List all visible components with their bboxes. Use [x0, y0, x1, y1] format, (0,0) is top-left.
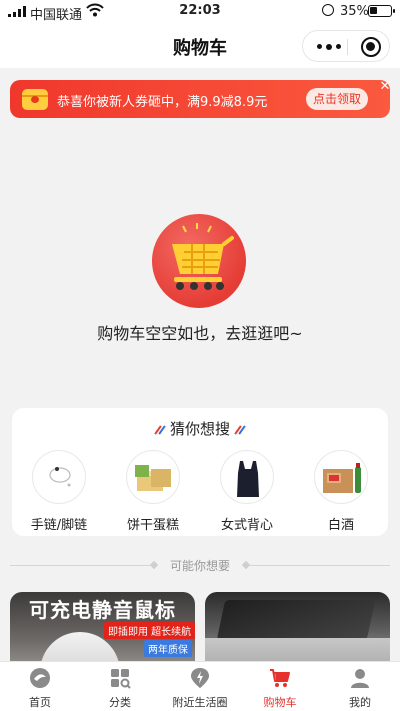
tab-category[interactable]: 分类	[80, 662, 160, 711]
guess-item-label: 手链/脚链	[30, 518, 88, 533]
more-icon[interactable]	[317, 43, 341, 50]
product-tag: 两年质保	[144, 640, 192, 657]
guess-item[interactable]: 饼干蛋糕	[106, 450, 200, 533]
tab-label: 我的	[349, 696, 371, 709]
product-card[interactable]	[205, 592, 390, 672]
category-icon	[111, 669, 131, 689]
liquor-icon	[314, 450, 368, 504]
tab-cart[interactable]: 购物车	[240, 662, 320, 711]
product-card[interactable]: 可充电静音鼠标 即插即用 超长续航 两年质保	[10, 592, 195, 672]
slash-decoration-icon	[234, 425, 246, 435]
laptop-product-image	[216, 600, 376, 640]
user-icon	[351, 669, 369, 688]
vest-icon	[220, 450, 274, 504]
empty-cart-message: 购物车空空如也，去逛逛吧~	[97, 324, 303, 343]
cart-icon	[270, 669, 290, 687]
biscuit-icon	[126, 450, 180, 504]
coupon-banner[interactable]: 恭喜你被新人券砸中，满9.9减8.9元 点击领取 ✕	[10, 79, 390, 118]
guess-item-label: 饼干蛋糕	[126, 518, 179, 533]
recommend-divider: 可能你想要	[10, 557, 390, 573]
claim-coupon-button[interactable]: 点击领取	[306, 88, 368, 110]
capsule-divider	[347, 39, 348, 55]
slash-decoration-icon	[154, 425, 166, 435]
miniprogram-capsule	[302, 30, 390, 62]
close-miniprogram-icon[interactable]	[361, 37, 381, 57]
battery-percent: 35%	[340, 4, 369, 19]
tab-nearby[interactable]: 附近生活圈	[160, 662, 240, 711]
tab-home[interactable]: 首页	[0, 662, 80, 711]
guess-search-header: 猜你想搜	[12, 418, 388, 439]
product-tag: 即插即用 超长续航	[104, 622, 195, 639]
empty-cart-illustration	[152, 214, 246, 308]
location-icon	[191, 668, 209, 688]
tab-label: 购物车	[263, 696, 297, 709]
divider-line	[250, 565, 390, 566]
home-icon	[30, 668, 50, 688]
guess-item[interactable]: 手链/脚链	[12, 450, 106, 533]
guess-search-card: 猜你想搜 手链/脚链 饼干蛋糕 女式背心 白酒	[12, 408, 388, 536]
tab-label: 分类	[109, 696, 131, 709]
battery-icon	[368, 5, 395, 17]
cart-icon	[172, 223, 234, 290]
rotation-lock-icon	[322, 4, 334, 16]
guess-item[interactable]: 女式背心	[200, 450, 294, 533]
guess-item[interactable]: 白酒	[294, 450, 388, 533]
tab-label: 附近生活圈	[172, 696, 228, 709]
bracelet-icon	[32, 450, 86, 504]
status-bar: 中国联通 22:03 35%	[0, 0, 400, 24]
coupon-text: 恭喜你被新人券砸中，满9.9减8.9元	[57, 95, 268, 110]
red-envelope-icon	[22, 89, 48, 110]
tab-label: 首页	[29, 696, 51, 709]
guess-search-title: 猜你想搜	[169, 420, 230, 438]
tab-bar: 首页 分类 附近生活圈 购物车 我的	[0, 661, 400, 711]
tab-mine[interactable]: 我的	[320, 662, 400, 711]
close-icon[interactable]: ✕	[376, 78, 394, 96]
guess-item-label: 白酒	[327, 518, 354, 533]
guess-search-items: 手链/脚链 饼干蛋糕 女式背心 白酒	[12, 450, 388, 533]
guess-item-label: 女式背心	[220, 518, 273, 533]
product-headline: 可充电静音鼠标	[29, 598, 176, 622]
nav-bar: 购物车	[0, 24, 400, 68]
